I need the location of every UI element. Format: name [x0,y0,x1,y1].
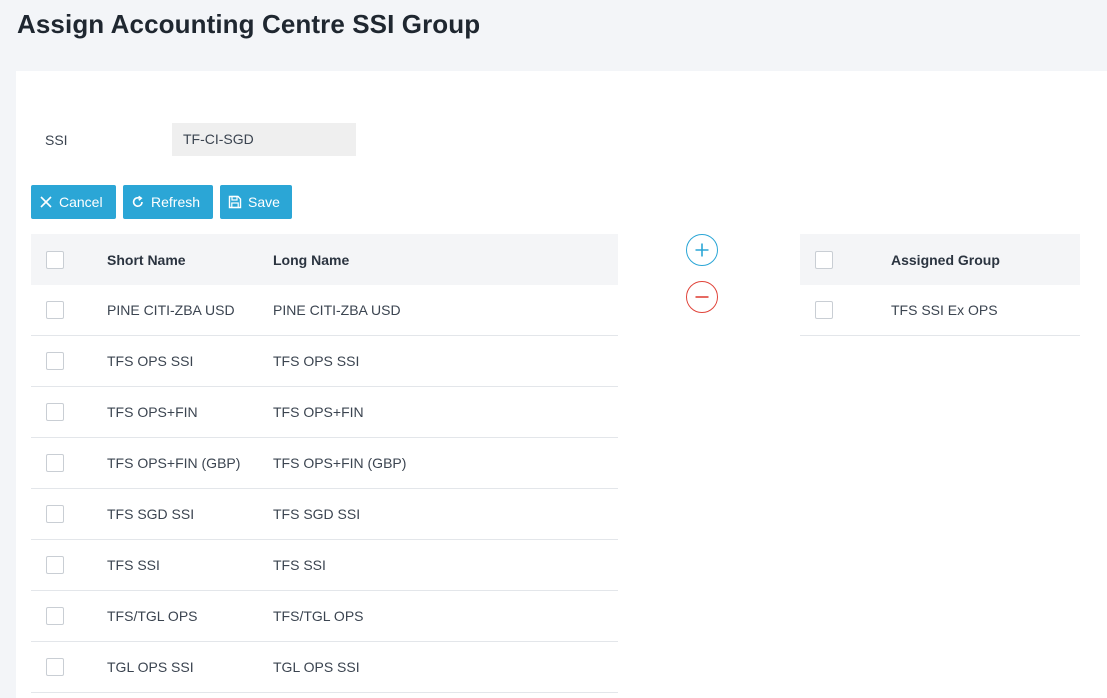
table-row[interactable]: TGL OPS SSI TGL OPS SSI [31,642,618,693]
row-checkbox[interactable] [815,301,833,319]
long-name-cell: TGL OPS SSI [273,659,360,675]
assigned-groups-table: Assigned Group TFS SSI Ex OPS [800,234,1080,336]
table-row[interactable]: TFS SSI Ex OPS [800,285,1080,336]
row-checkbox[interactable] [46,556,64,574]
short-name-cell: TFS OPS SSI [107,353,194,369]
ssi-input[interactable] [172,123,356,156]
short-name-cell: TFS OPS+FIN [107,404,198,420]
minus-icon [695,296,709,298]
cancel-button[interactable]: Cancel [31,185,116,219]
select-all-checkbox[interactable] [46,250,64,269]
refresh-label: Refresh [151,194,201,210]
assigned-group-header[interactable]: Assigned Group [891,252,1000,268]
row-checkbox[interactable] [46,607,64,625]
available-groups-table: Short Name Long Name PINE CITI-ZBA USD PI… [31,234,618,693]
assigned-group-cell: TFS SSI Ex OPS [891,302,998,318]
long-name-header[interactable]: Long Name [273,252,349,268]
page-title: Assign Accounting Centre SSI Group [17,9,481,39]
table-header: Assigned Group [800,234,1080,285]
long-name-cell: TFS OPS SSI [273,353,360,369]
row-checkbox[interactable] [46,403,64,421]
short-name-header[interactable]: Short Name [107,252,186,268]
cancel-label: Cancel [59,194,103,210]
table-row[interactable]: TFS/TGL OPS TFS/TGL OPS [31,591,618,642]
short-name-cell: TFS/TGL OPS [107,608,198,624]
save-button[interactable]: Save [220,185,292,219]
refresh-button[interactable]: Refresh [123,185,213,219]
row-checkbox[interactable] [46,454,64,472]
ssi-label: SSI [45,132,68,148]
row-checkbox[interactable] [46,352,64,370]
table-row[interactable]: TFS OPS+FIN (GBP) TFS OPS+FIN (GBP) [31,438,618,489]
long-name-cell: TFS/TGL OPS [273,608,364,624]
remove-group-button[interactable] [686,281,718,313]
long-name-cell: TFS SSI [273,557,326,573]
assign-card: SSI Cancel Refresh Save Short Name Long … [16,71,1107,698]
table-row[interactable]: PINE CITI-ZBA USD PINE CITI-ZBA USD [31,285,618,336]
plus-icon [695,243,709,257]
close-icon [40,196,52,208]
long-name-cell: PINE CITI-ZBA USD [273,302,401,318]
floppy-disk-icon [228,195,242,209]
long-name-cell: TFS SGD SSI [273,506,361,522]
save-label: Save [248,194,280,210]
select-all-assigned-checkbox[interactable] [815,250,833,269]
refresh-icon [132,195,143,207]
short-name-cell: TFS OPS+FIN (GBP) [107,455,241,471]
short-name-cell: TGL OPS SSI [107,659,194,675]
short-name-cell: PINE CITI-ZBA USD [107,302,235,318]
short-name-cell: TFS SGD SSI [107,506,195,522]
long-name-cell: TFS OPS+FIN (GBP) [273,455,407,471]
row-checkbox[interactable] [46,658,64,676]
table-row[interactable]: TFS OPS SSI TFS OPS SSI [31,336,618,387]
row-checkbox[interactable] [46,505,64,523]
add-group-button[interactable] [686,234,718,266]
table-row[interactable]: TFS SGD SSI TFS SGD SSI [31,489,618,540]
table-row[interactable]: TFS OPS+FIN TFS OPS+FIN [31,387,618,438]
long-name-cell: TFS OPS+FIN [273,404,364,420]
short-name-cell: TFS SSI [107,557,160,573]
table-row[interactable]: TFS SSI TFS SSI [31,540,618,591]
row-checkbox[interactable] [46,301,64,319]
table-header: Short Name Long Name [31,234,618,285]
